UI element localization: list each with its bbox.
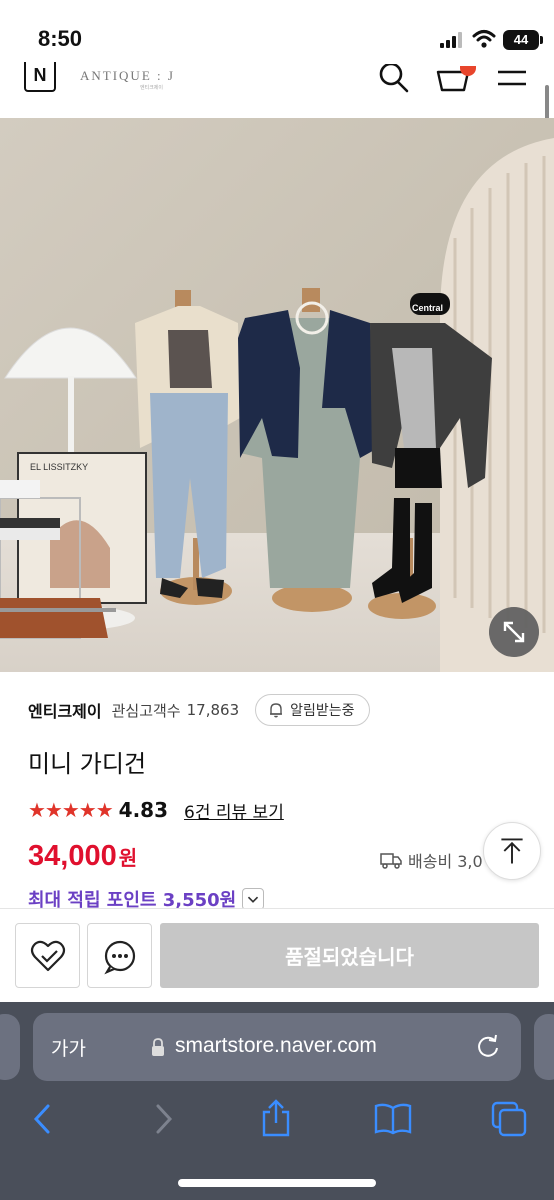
review-link[interactable]: 6건 리뷰 보기 (184, 798, 284, 823)
seller-name[interactable]: 엔티크제이 (28, 698, 102, 722)
wifi-icon (472, 30, 496, 48)
rating-row: ★★★★★ 4.83 6건 리뷰 보기 (28, 797, 284, 823)
price-row: 34,000 원 (28, 840, 137, 873)
menu-icon[interactable] (498, 66, 526, 90)
chevron-down-icon[interactable] (242, 888, 265, 910)
forward-icon[interactable] (148, 1102, 176, 1136)
home-indicator (178, 1179, 376, 1187)
cap-text: Central (412, 303, 443, 313)
star-rating: ★★★★★ (28, 798, 114, 822)
purchase-action-bar: 품절되었습니다 (0, 908, 554, 1002)
search-icon[interactable] (378, 64, 410, 94)
scroll-to-top-button[interactable] (483, 822, 541, 880)
tabs-icon[interactable] (490, 1100, 528, 1138)
bell-icon (270, 703, 283, 718)
alert-subscribe-button[interactable]: 알림받는중 (255, 694, 370, 726)
reader-options-button[interactable]: 가가 (51, 1034, 86, 1061)
safari-toolbar: 가가 smartstore.naver.com (0, 1002, 554, 1200)
reload-icon[interactable] (475, 1033, 501, 1059)
lock-icon (152, 1038, 164, 1056)
product-photo: EL LISSITZKY Central (0, 118, 554, 672)
shipping-label: 배송비 3,0 (408, 852, 483, 871)
price-value: 34,000 (28, 840, 117, 872)
status-bar: 8:50 44 (0, 0, 554, 60)
rating-value: 4.83 (118, 798, 169, 822)
cart-badge (460, 66, 476, 76)
brand-logo[interactable]: ANTIQUE : J (80, 68, 175, 84)
naver-logo[interactable]: N (24, 62, 56, 92)
talk-button[interactable] (87, 923, 152, 988)
share-icon[interactable] (258, 1098, 294, 1138)
url-text[interactable]: smartstore.naver.com (175, 1034, 377, 1058)
price-unit: 원 (118, 846, 138, 870)
status-time: 8:50 (38, 26, 83, 51)
previous-tab-preview[interactable] (0, 1014, 20, 1080)
store-header: N ANTIQUE : J 엔티크제이 (0, 60, 554, 118)
truck-icon (380, 853, 402, 869)
heart-icon (30, 940, 66, 972)
poster-text: EL LISSITZKY (30, 462, 88, 472)
chat-bubble-icon (104, 940, 136, 975)
expand-image-button[interactable] (489, 607, 539, 657)
signal-icon (440, 32, 462, 48)
address-bar[interactable]: 가가 smartstore.naver.com (33, 1013, 521, 1081)
follower-label: 관심고객수 (111, 701, 181, 720)
shipping-info: 배송비 3,0 (380, 848, 483, 872)
brand-subtitle: 엔티크제이 (140, 85, 164, 91)
battery-indicator: 44 (503, 30, 543, 50)
bookmarks-icon[interactable] (373, 1102, 413, 1136)
soldout-button[interactable]: 품절되었습니다 (160, 923, 539, 988)
back-icon[interactable] (30, 1102, 58, 1136)
follower-count: 17,863 (186, 701, 240, 719)
seller-row: 엔티크제이 관심고객수 17,863 알림받는중 (28, 693, 528, 727)
product-title: 미니 가디건 (28, 750, 147, 778)
next-tab-preview[interactable] (534, 1014, 554, 1080)
product-image[interactable]: EL LISSITZKY Central (0, 118, 554, 672)
alert-label: 알림받는중 (290, 703, 355, 719)
wishlist-button[interactable] (15, 923, 80, 988)
